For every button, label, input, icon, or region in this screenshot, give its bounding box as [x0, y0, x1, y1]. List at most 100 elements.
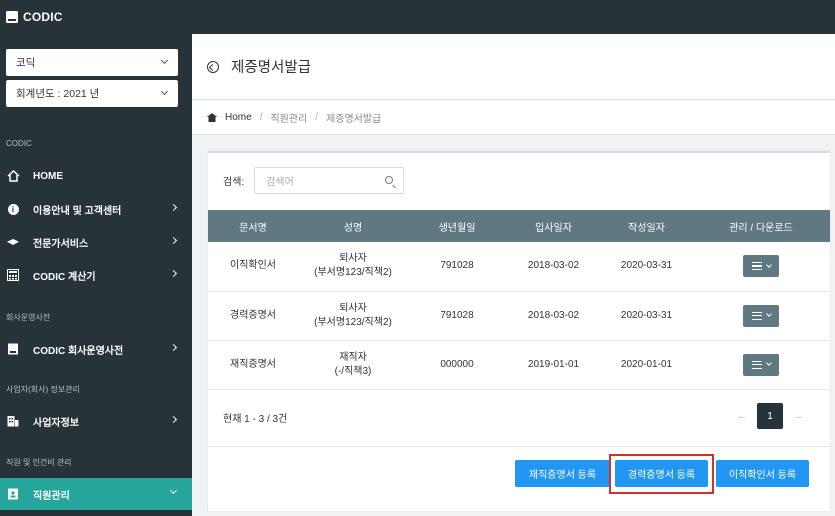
written-date-cell: 2020-01-01	[620, 358, 673, 370]
sidebar-item-label: 사업자정보	[33, 417, 79, 429]
join-date-cell: 2018-03-02	[527, 309, 580, 321]
sidebar-item-home[interactable]: HOME	[0, 160, 192, 192]
main-content: 제증명서발급 Home / 직원관리 / 제증명서발급 검색: 검색어 문서명 …	[192, 34, 835, 516]
search-row: 검색: 검색어	[223, 167, 405, 194]
join-date-cell: 2018-03-02	[527, 260, 580, 272]
chevron-right-icon	[169, 236, 178, 245]
employee-dept: (부서명123/직책2)	[314, 267, 392, 279]
chevron-down-icon	[765, 261, 772, 268]
page-number-button[interactable]: 1	[757, 403, 783, 429]
sidebar: 코딕 회계년도 : 2021 년 CODIC HOME i 이용안내 및 고객센…	[0, 34, 192, 516]
building-icon	[6, 414, 20, 428]
search-label: 검색:	[223, 177, 245, 188]
certificate-card: 검색: 검색어 문서명 성명 생년월일 입사일자 작성일자 관리 / 다운로드	[208, 151, 830, 511]
column-header: 생년월일	[438, 222, 476, 234]
column-header: 문서명	[239, 222, 267, 234]
sidebar-item-business-info[interactable]: 사업자정보	[0, 405, 192, 437]
chevron-down-icon	[160, 87, 169, 96]
calculator-icon	[6, 268, 20, 282]
manage-dropdown-button[interactable]	[743, 353, 779, 376]
breadcrumb: Home / 직원관리 / 제증명서발급	[192, 101, 835, 135]
back-arrow-icon[interactable]	[207, 60, 219, 73]
next-page-button[interactable]: →	[788, 410, 808, 422]
employee-dept: (-/직책3)	[334, 365, 372, 377]
breadcrumb-home[interactable]: Home	[225, 112, 252, 123]
table-row: 경력증명서 퇴사자 (부서명123/직책2) 791028 2018-03-02 …	[208, 291, 830, 340]
chevron-down-icon	[160, 56, 169, 65]
column-header: 관리 / 다운로드	[729, 222, 793, 234]
breadcrumb-separator: /	[259, 112, 263, 123]
name-cell: 퇴사자 (부서명123/직책2)	[298, 291, 408, 340]
prev-page-button[interactable]: ←	[732, 410, 752, 422]
section-label-employee-payroll: 직원 및 인건비 관리	[6, 458, 72, 467]
join-date-cell: 2019-01-01	[527, 358, 580, 370]
birth-cell: 000000	[440, 358, 474, 370]
breadcrumb-employee-management[interactable]: 직원관리	[270, 110, 307, 125]
register-employment-cert-button[interactable]: 재직증명서 등록	[515, 460, 610, 487]
pagination: ← 1 →	[732, 403, 808, 429]
sidebar-item-calculator[interactable]: CODIC 계산기	[0, 259, 192, 291]
doc-name-cell: 재직증명서	[230, 358, 276, 370]
sidebar-item-expert[interactable]: 전문가서비스	[0, 226, 192, 258]
menu-icon	[751, 311, 762, 320]
written-date-cell: 2020-03-31	[620, 260, 673, 272]
divider	[208, 446, 830, 447]
search-placeholder: 검색어	[266, 177, 294, 188]
name-cell: 재직자 (-/직책3)	[298, 340, 408, 389]
record-count: 현재 1 - 3 / 3건	[223, 414, 288, 425]
chevron-right-icon	[169, 203, 178, 212]
sidebar-item-label: CODIC 회사운영사전	[33, 345, 124, 357]
breadcrumb-separator: /	[315, 112, 319, 123]
menu-icon	[751, 262, 762, 271]
employee-name: 퇴사자	[339, 253, 367, 265]
register-separation-cert-button[interactable]: 이직확인서 등록	[716, 460, 809, 487]
search-icon[interactable]	[385, 176, 394, 184]
info-icon: i	[6, 202, 20, 216]
fiscal-year-select-value: 회계년도 : 2021 년	[16, 88, 100, 100]
chevron-right-icon	[169, 415, 178, 424]
sidebar-item-company-dictionary[interactable]: CODIC 회사운영사전	[0, 333, 192, 365]
sidebar-item-label: 직원관리	[33, 490, 70, 502]
birth-cell: 791028	[440, 309, 474, 321]
app-brand[interactable]: CODIC	[23, 10, 63, 24]
doc-name-cell: 경력증명서	[230, 309, 276, 321]
employee-name: 퇴사자	[339, 302, 367, 314]
home-icon	[6, 169, 20, 183]
chevron-right-icon	[169, 343, 178, 352]
action-cell	[692, 291, 830, 340]
section-label-business-info: 사업자(회사) 정보관리	[6, 385, 80, 394]
employee-dept: (부서명123/직책2)	[314, 316, 392, 328]
home-icon	[207, 113, 217, 122]
chevron-down-icon	[765, 360, 772, 366]
column-header: 작성일자	[628, 222, 665, 234]
action-cell	[692, 340, 830, 389]
page-header: 제증명서발급	[192, 34, 835, 100]
section-label-codic: CODIC	[6, 139, 32, 148]
page-title: 제증명서발급	[231, 60, 312, 76]
chevron-down-icon	[169, 486, 178, 495]
book-icon	[6, 342, 20, 356]
section-label-company-dictionary: 회사운영사전	[6, 313, 51, 322]
breadcrumb-current: 제증명서발급	[326, 114, 382, 125]
sidebar-item-label: 이용안내 및 고객센터	[33, 205, 122, 217]
book-logo-icon	[6, 11, 18, 23]
id-card-icon	[6, 487, 20, 501]
company-select[interactable]: 코딕	[6, 49, 178, 76]
manage-dropdown-button[interactable]	[743, 255, 779, 278]
menu-icon	[751, 360, 762, 369]
employee-name: 재직자	[339, 351, 367, 363]
sidebar-item-label: CODIC 계산기	[33, 271, 96, 283]
sidebar-item-label: HOME	[33, 170, 63, 182]
table-row: 이직확인서 퇴사자 (부서명123/직책2) 791028 2018-03-02 …	[208, 242, 830, 291]
sidebar-item-employee-management[interactable]: 직원관리	[0, 478, 192, 510]
written-date-cell: 2020-03-31	[620, 309, 673, 321]
fiscal-year-select[interactable]: 회계년도 : 2021 년	[6, 80, 178, 107]
top-bar: CODIC	[0, 0, 835, 34]
search-input[interactable]: 검색어	[254, 167, 405, 194]
column-header: 입사일자	[535, 222, 572, 234]
chevron-right-icon	[169, 269, 178, 278]
certificate-table: 문서명 성명 생년월일 입사일자 작성일자 관리 / 다운로드 이직확인서 퇴사…	[208, 210, 830, 390]
doc-name-cell: 이직확인서	[230, 260, 276, 272]
sidebar-item-guide[interactable]: i 이용안내 및 고객센터	[0, 193, 192, 225]
manage-dropdown-button[interactable]	[743, 304, 779, 327]
